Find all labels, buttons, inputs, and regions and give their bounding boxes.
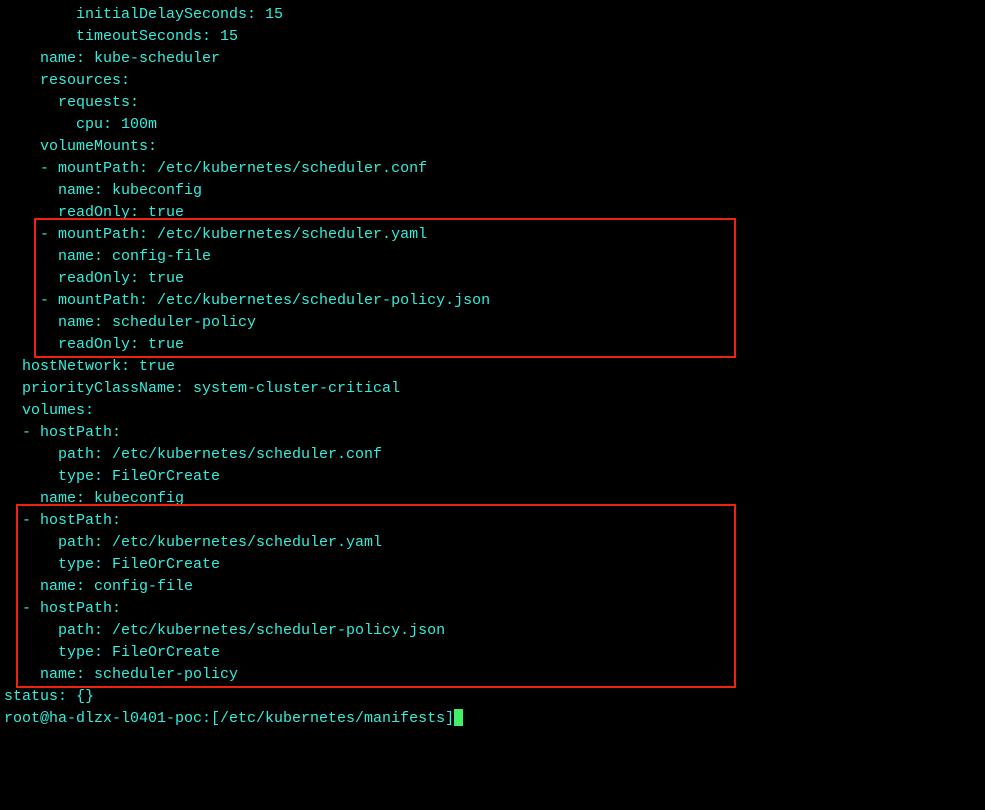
yaml-line: - hostPath: [0,422,985,444]
yaml-line: name: kubeconfig [0,488,985,510]
yaml-line: timeoutSeconds: 15 [0,26,985,48]
yaml-line: readOnly: true [0,202,985,224]
yaml-line: path: /etc/kubernetes/scheduler.yaml [0,532,985,554]
yaml-line: - hostPath: [0,598,985,620]
shell-prompt-line[interactable]: root@ha-dlzx-l0401-poc:[/etc/kubernetes/… [0,708,985,730]
yaml-line: readOnly: true [0,268,985,290]
yaml-line: path: /etc/kubernetes/scheduler-policy.j… [0,620,985,642]
yaml-line: type: FileOrCreate [0,642,985,664]
shell-prompt: root@ha-dlzx-l0401-poc:[/etc/kubernetes/… [4,710,454,727]
yaml-line: name: kubeconfig [0,180,985,202]
yaml-line: name: scheduler-policy [0,664,985,686]
yaml-line: initialDelaySeconds: 15 [0,4,985,26]
yaml-line: - mountPath: /etc/kubernetes/scheduler.y… [0,224,985,246]
yaml-line: - hostPath: [0,510,985,532]
yaml-line: name: scheduler-policy [0,312,985,334]
yaml-line: type: FileOrCreate [0,466,985,488]
yaml-line: name: config-file [0,576,985,598]
yaml-line: path: /etc/kubernetes/scheduler.conf [0,444,985,466]
yaml-line: name: config-file [0,246,985,268]
yaml-line: resources: [0,70,985,92]
yaml-line: status: {} [0,686,985,708]
yaml-line: requests: [0,92,985,114]
yaml-line: priorityClassName: system-cluster-critic… [0,378,985,400]
yaml-line: - mountPath: /etc/kubernetes/scheduler-p… [0,290,985,312]
yaml-line: readOnly: true [0,334,985,356]
yaml-line: volumeMounts: [0,136,985,158]
yaml-line: - mountPath: /etc/kubernetes/scheduler.c… [0,158,985,180]
yaml-line: type: FileOrCreate [0,554,985,576]
yaml-line: name: kube-scheduler [0,48,985,70]
terminal-output[interactable]: initialDelaySeconds: 15 timeoutSeconds: … [0,4,985,730]
cursor-icon [454,709,463,726]
yaml-line: cpu: 100m [0,114,985,136]
yaml-line: volumes: [0,400,985,422]
yaml-line: hostNetwork: true [0,356,985,378]
